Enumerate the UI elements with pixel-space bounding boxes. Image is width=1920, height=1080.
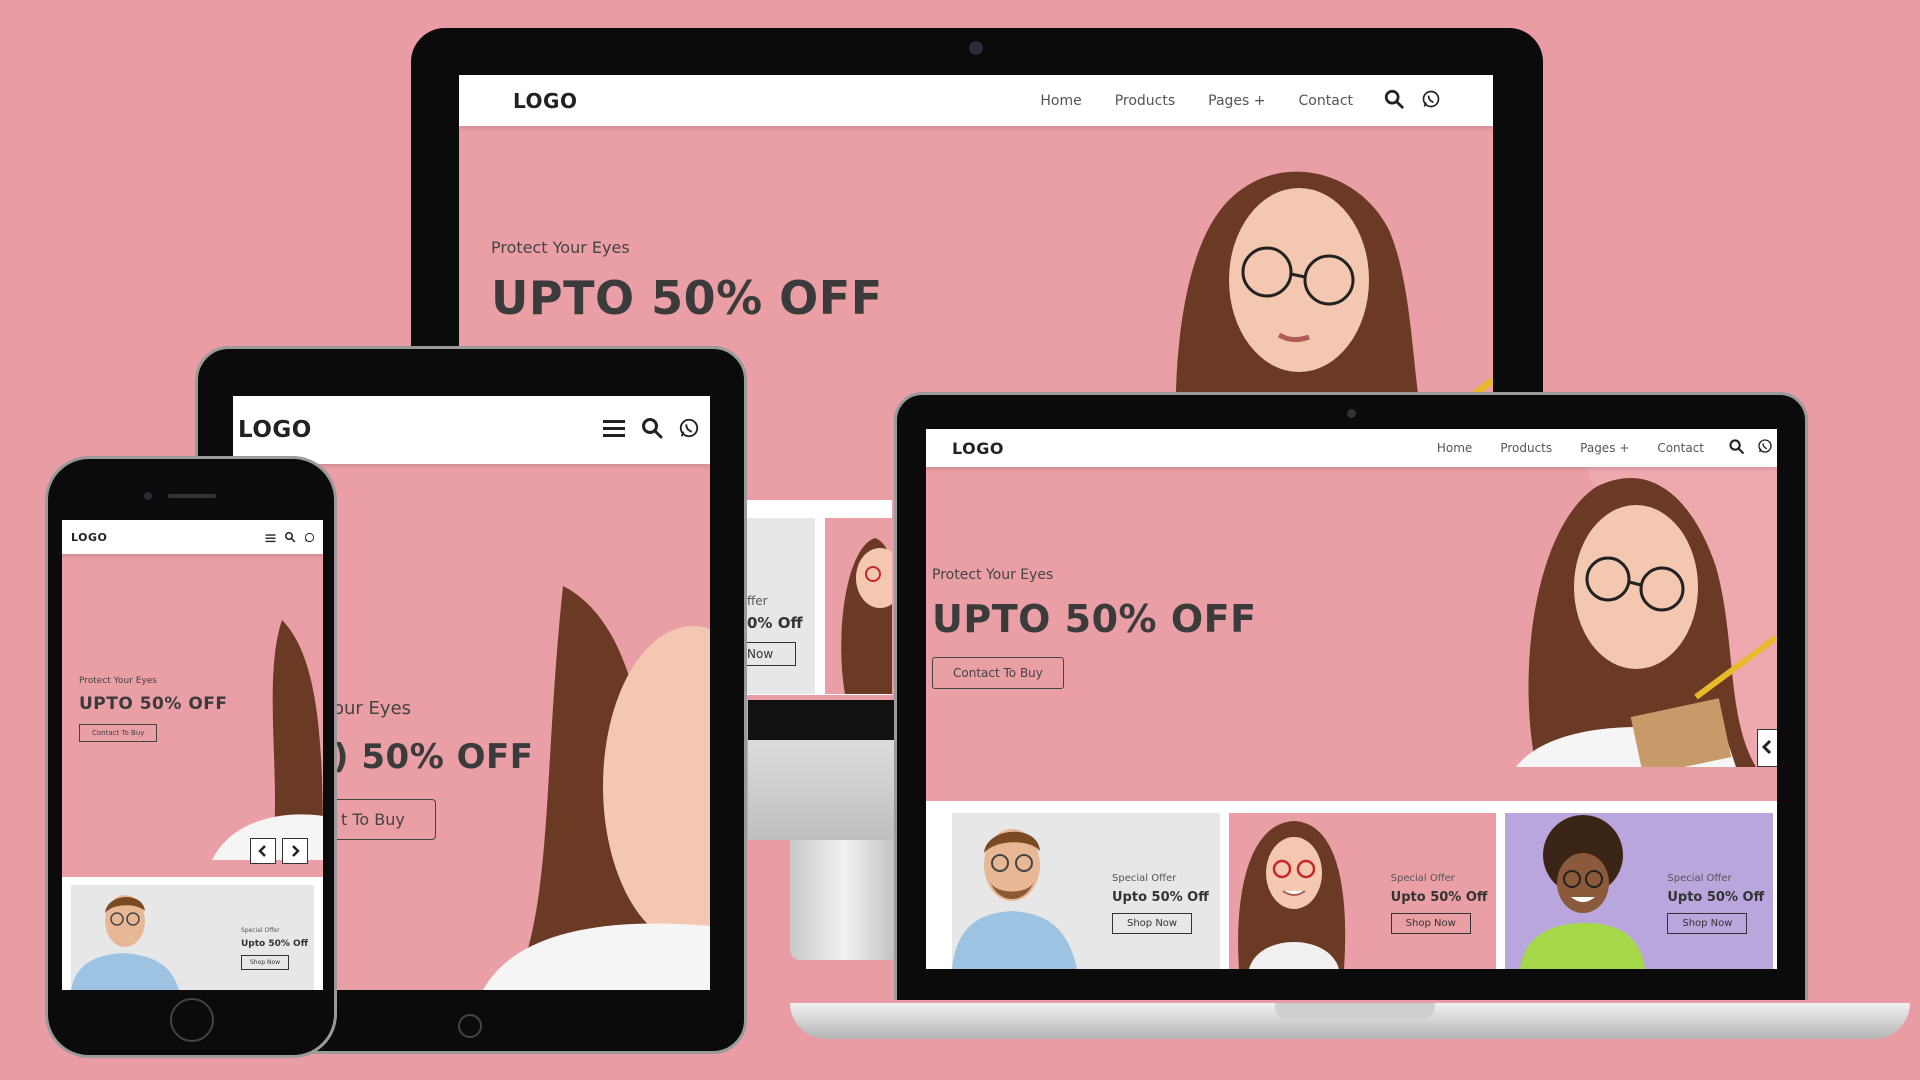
nav-products[interactable]: Products xyxy=(1500,441,1552,455)
whatsapp-icon[interactable] xyxy=(304,528,315,547)
woman-illustration xyxy=(1516,467,1777,767)
card-text: Special Offer Upto 50% Off Shop Now xyxy=(1112,873,1209,934)
man-with-glasses-image xyxy=(952,829,1077,969)
hero-kicker: Protect Your Eyes xyxy=(932,567,1054,583)
menu-icon[interactable] xyxy=(265,528,276,547)
hero-headline: UPTO 50% OFF xyxy=(932,597,1257,641)
logo[interactable]: LOGO xyxy=(513,89,577,113)
logo[interactable]: LOGO xyxy=(952,439,1004,458)
hero-text: Protect Your Eyes UPTO 50% OFF Contact T… xyxy=(79,676,228,742)
phone-camera xyxy=(144,492,152,500)
hero-headline: ) 50% OFF xyxy=(333,737,534,777)
laptop-camera xyxy=(1347,409,1356,418)
phone-navbar: LOGO xyxy=(62,520,323,554)
nav-contact[interactable]: Contact xyxy=(1299,93,1353,109)
nav-links: Home Products Pages + Contact xyxy=(1437,441,1728,455)
nav-icons xyxy=(1383,88,1441,114)
nav-icons xyxy=(602,416,700,444)
nav-products[interactable]: Products xyxy=(1115,93,1175,109)
card-kicker: Special Offer xyxy=(1390,873,1455,884)
partial-card: ffer 0% Off Now xyxy=(747,518,815,694)
phone-screen: LOGO Protect Your Eyes UPTO 50% OFF Cont… xyxy=(62,520,323,990)
product-card[interactable]: Special Offer Upto 50% Off Shop Now xyxy=(71,885,314,990)
monitor-chin xyxy=(748,740,898,840)
hero-kicker: Protect Your Eyes xyxy=(491,238,630,257)
nav-icons xyxy=(265,528,315,547)
search-icon[interactable] xyxy=(640,416,664,444)
partial-card-title: 0% Off xyxy=(747,614,803,632)
product-card[interactable]: Special Offer Upto 50% Off Shop Now xyxy=(1228,813,1497,969)
nav-pages[interactable]: Pages + xyxy=(1208,93,1265,109)
desktop-card-strip: ffer 0% Off Now xyxy=(747,500,892,695)
tablet-navbar: LOGO xyxy=(233,396,710,464)
shop-now-button[interactable]: Shop Now xyxy=(241,955,290,970)
hero-kicker: Protect Your Eyes xyxy=(79,676,157,686)
man-with-glasses-image xyxy=(71,895,179,990)
monitor-stand xyxy=(790,840,900,960)
nav-pages[interactable]: Pages + xyxy=(1580,441,1629,455)
cta-button[interactable]: Contact To Buy xyxy=(932,657,1064,689)
hero-text: Protect Your Eyes UPTO 50% OFF Contact T… xyxy=(932,567,1257,689)
product-cards: Special Offer Upto 50% Off Shop Now xyxy=(62,877,323,990)
partial-card-kicker: ffer xyxy=(747,594,768,608)
tablet-home-button[interactable] xyxy=(458,1014,482,1038)
search-icon[interactable] xyxy=(284,528,296,547)
card-text: Special Offer Upto 50% Off Shop Now xyxy=(241,927,308,970)
hero-headline: UPTO 50% OFF xyxy=(79,694,228,714)
cta-button[interactable]: t To Buy xyxy=(333,799,436,840)
woman-with-red-glasses-image xyxy=(1237,821,1345,969)
whatsapp-icon[interactable] xyxy=(1757,438,1773,458)
nav-contact[interactable]: Contact xyxy=(1657,441,1704,455)
partial-card-image xyxy=(825,518,892,694)
card-title: Upto 50% Off xyxy=(1390,890,1488,905)
slider-prev-button[interactable] xyxy=(250,838,276,864)
nav-icons xyxy=(1728,438,1777,459)
laptop-base xyxy=(790,1003,1910,1039)
card-title: Upto 50% Off xyxy=(241,939,308,949)
laptop-notch xyxy=(1275,1003,1435,1019)
monitor-camera xyxy=(969,41,983,55)
product-card[interactable]: Special Offer Upto 50% Off Shop Now xyxy=(952,813,1220,969)
menu-icon[interactable] xyxy=(602,417,626,443)
logo[interactable]: LOGO xyxy=(71,531,107,544)
card-kicker: Special Offer xyxy=(1112,873,1177,884)
hero-text: Protect Your Eyes UPTO 50% OFF xyxy=(491,238,883,325)
card-text: Special Offer Upto 50% Off Shop Now xyxy=(1667,873,1764,934)
slider-next-button[interactable] xyxy=(282,838,308,864)
nav-home[interactable]: Home xyxy=(1437,441,1472,455)
card-title: Upto 50% Off xyxy=(1112,890,1209,905)
product-cards: Special Offer Upto 50% Off Shop Now Spec… xyxy=(926,801,1777,969)
hero-headline: UPTO 50% OFF xyxy=(491,271,883,325)
logo[interactable]: LOGO xyxy=(238,417,312,443)
shop-now-button[interactable]: Shop Now xyxy=(1667,913,1748,934)
whatsapp-icon[interactable] xyxy=(678,417,700,443)
card-kicker: Special Offer xyxy=(241,927,280,934)
shop-now-button[interactable]: Shop Now xyxy=(1390,913,1471,934)
card-text: Special Offer Upto 50% Off Shop Now xyxy=(1390,873,1488,934)
curly-hair-person-image xyxy=(1520,815,1646,969)
laptop-navbar: LOGO Home Products Pages + Contact xyxy=(926,429,1777,467)
hero-kicker: our Eyes xyxy=(333,698,412,719)
phone-speaker xyxy=(168,494,216,498)
product-card[interactable]: Special Offer Upto 50% Off Shop Now xyxy=(1505,813,1774,969)
whatsapp-icon[interactable] xyxy=(1421,89,1441,113)
cta-button[interactable]: Contact To Buy xyxy=(79,724,158,742)
phone-home-button[interactable] xyxy=(170,998,214,1042)
partial-card-button[interactable]: Now xyxy=(747,642,797,666)
hero-text: our Eyes ) 50% OFF t To Buy xyxy=(333,698,533,840)
slider-next-button[interactable] xyxy=(1757,729,1777,767)
search-icon[interactable] xyxy=(1383,88,1405,114)
desktop-navbar: LOGO Home Products Pages + Contact xyxy=(459,75,1493,126)
nav-home[interactable]: Home xyxy=(1040,93,1081,109)
search-icon[interactable] xyxy=(1728,438,1745,459)
shop-now-button[interactable]: Shop Now xyxy=(1112,913,1193,934)
card-kicker: Special Offer xyxy=(1667,873,1732,884)
laptop-screen: LOGO Home Products Pages + Contact Prote… xyxy=(926,429,1777,969)
card-title: Upto 50% Off xyxy=(1667,890,1765,905)
nav-links: Home Products Pages + Contact xyxy=(1040,93,1383,109)
monitor-bezel-bottom xyxy=(748,700,898,740)
